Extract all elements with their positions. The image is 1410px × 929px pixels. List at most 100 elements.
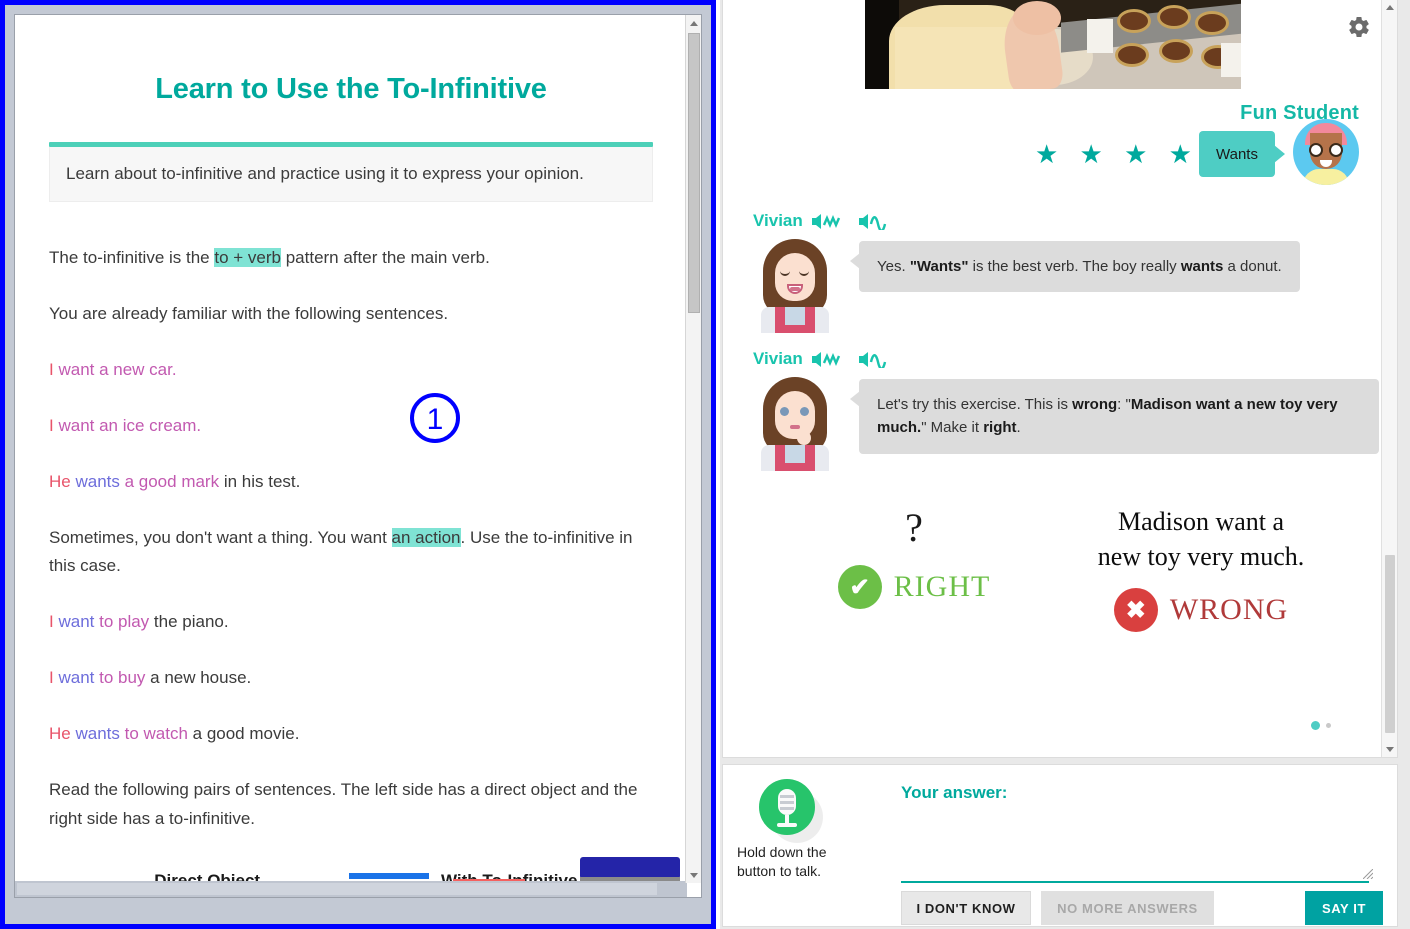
scroll-up-arrow-icon[interactable] [686,15,701,31]
scroll-down-arrow-icon[interactable] [1382,741,1397,757]
example-sentence-3: He wants a good mark in his test. [49,468,653,496]
exercise-left-option[interactable]: ? ✔ RIGHT [809,504,1019,609]
app-root: Learn to Use the To-Infinitive Learn abo… [0,0,1410,929]
chat-speaker-name-row: Vivian [723,349,1383,369]
lesson-horizontal-scrollbar[interactable] [15,881,687,897]
bar-blue [349,873,429,879]
ex2-rest: want an ice cream. [53,416,202,436]
exercise-sentence: Madison want a new toy very much. [1051,504,1351,574]
answer-input[interactable] [901,809,1369,883]
definition-text-a: The to-infinitive is the [49,248,215,267]
pagination-dot[interactable] [1326,723,1331,728]
check-icon: ✔ [837,565,882,609]
speaker-name: Vivian [753,211,803,230]
ex5-tail: a new house. [145,668,252,688]
microphone-hint: Hold down the button to talk. [735,843,885,881]
ex3-subject: He [49,472,71,492]
exercise-sentence-line2: new toy very much. [1097,542,1305,572]
annotation-marker-1: 1 [410,393,460,443]
lesson-body: The to-infinitive is the to + verb patte… [49,244,653,891]
ex4-infinitive: to play [94,612,150,632]
lesson-document-frame: Learn to Use the To-Infinitive Learn abo… [14,14,702,898]
tutor-avatar-happy [749,235,845,333]
microphone-icon[interactable] [759,779,815,835]
conversation-area: Fun Student ★ ★ ★ ★ ★ Wants Vivian Yes. … [722,0,1398,758]
cross-icon: ✖ [1113,588,1158,633]
definition-text-b: pattern after the main verb. [280,248,490,267]
gear-icon[interactable] [1347,15,1371,39]
speaker-normal-icon[interactable] [858,351,893,368]
speaker-slow-icon[interactable] [811,351,850,368]
paragraph-definition: The to-infinitive is the to + verb patte… [49,244,653,272]
ex4-tail: the piano. [149,612,229,632]
right-label: RIGHT [893,570,991,603]
wrong-judgement[interactable]: ✖ WRONG [1051,588,1351,633]
microphone-block[interactable]: Hold down the button to talk. [735,779,885,881]
lesson-summary: Learn about to-infinitive and practice u… [49,147,653,202]
example-sentence-1: I want a new car. [49,356,653,384]
speaker-slow-icon[interactable] [811,213,850,230]
student-avatar [1293,119,1359,185]
pagination-dot-active[interactable] [1311,721,1320,730]
action-text-a: Sometimes, you don't want a thing. You w… [49,528,392,548]
ex6-verb: wants [70,724,120,744]
student-answer-bubble: Wants [1199,131,1285,177]
page-title: Learn to Use the To-Infinitive [155,73,547,105]
svg-text:1: 1 [427,403,444,436]
student-answer-text: Wants [1216,145,1258,163]
exercise-placeholder-symbol: ? [905,505,923,550]
paragraph-read-pairs: Read the following pairs of sentences. T… [49,780,638,828]
lesson-vertical-scrollbar[interactable] [685,15,701,883]
example-sentence-2: I want an ice cream. [49,412,653,440]
chat-message-body: Yes. "Wants" is the best verb. The boy r… [723,235,1383,333]
example-sentence-4: I want to play the piano. [49,608,653,636]
paragraph-action: Sometimes, you don't want a thing. You w… [49,524,653,580]
pagination-dots[interactable] [1311,721,1331,730]
chat-speaker-name-row: Vivian [723,211,1383,231]
exercise-sentence-line1: Madison want a [1117,507,1285,536]
paragraph-familiar: You are already familiar with the follow… [49,304,449,324]
ex3-verb: wants [70,472,120,492]
ex6-infinitive: to watch [119,724,188,744]
scroll-up-arrow-icon[interactable] [1382,0,1397,15]
say-it-button[interactable]: SAY IT [1305,891,1383,925]
mic-hint-line1: Hold down the [737,844,827,860]
chat-message: Vivian [723,211,1383,333]
scroll-down-arrow-icon[interactable] [686,867,701,883]
conversation-vertical-scrollbar[interactable] [1381,0,1397,757]
ex4-verb: want [53,612,95,632]
ex5-verb: want [53,668,95,688]
lesson-photo [865,0,1241,89]
no-more-answers-button: NO MORE ANSWERS [1041,891,1214,925]
chat-message-body: Let's try this exercise. This is wrong: … [723,373,1383,471]
chat-bubble: Let's try this exercise. This is wrong: … [850,379,1379,454]
dont-know-button[interactable]: I DON'T KNOW [901,891,1031,925]
answer-panel: Hold down the button to talk. Your answe… [722,764,1398,927]
ex6-subject: He [49,724,71,744]
scrollbar-thumb[interactable] [17,883,657,895]
highlight-to-verb: to + verb [214,248,281,267]
wrong-label: WRONG [1169,593,1289,627]
ex6-tail: a good movie. [187,724,300,744]
lesson-panel-highlighted: Learn to Use the To-Infinitive Learn abo… [0,0,716,929]
ex3-tail: in his test. [219,472,301,492]
chat-messages: Vivian Yes. "Wants" is the best verb. Th… [723,211,1383,487]
example-sentence-6: He wants to watch a good movie. [49,720,653,748]
answer-buttons: I DON'T KNOW NO MORE ANSWERS SAY IT [901,891,1383,925]
scrollbar-thumb[interactable] [1385,555,1395,733]
speaker-normal-icon[interactable] [858,213,893,230]
lesson-document: Learn to Use the To-Infinitive Learn abo… [15,15,687,897]
ex5-infinitive: to buy [94,668,146,688]
speaker-name: Vivian [753,349,803,368]
chat-message: Vivian [723,349,1383,471]
ex1-rest: want a new car. [53,360,177,380]
answer-label: Your answer: [901,783,1008,802]
ex3-object: a good mark [119,472,220,492]
tutor-panel: Fun Student ★ ★ ★ ★ ★ Wants Vivian Yes. … [720,0,1410,929]
mic-hint-line2: button to talk. [737,862,822,879]
resize-handle-icon[interactable] [1363,869,1373,879]
highlight-an-action: an action [391,528,461,548]
scrollbar-thumb[interactable] [688,33,700,313]
exercise-right-option[interactable]: Madison want a new toy very much. ✖ WRON… [1051,504,1351,633]
right-judgement[interactable]: ✔ RIGHT [809,565,1019,609]
